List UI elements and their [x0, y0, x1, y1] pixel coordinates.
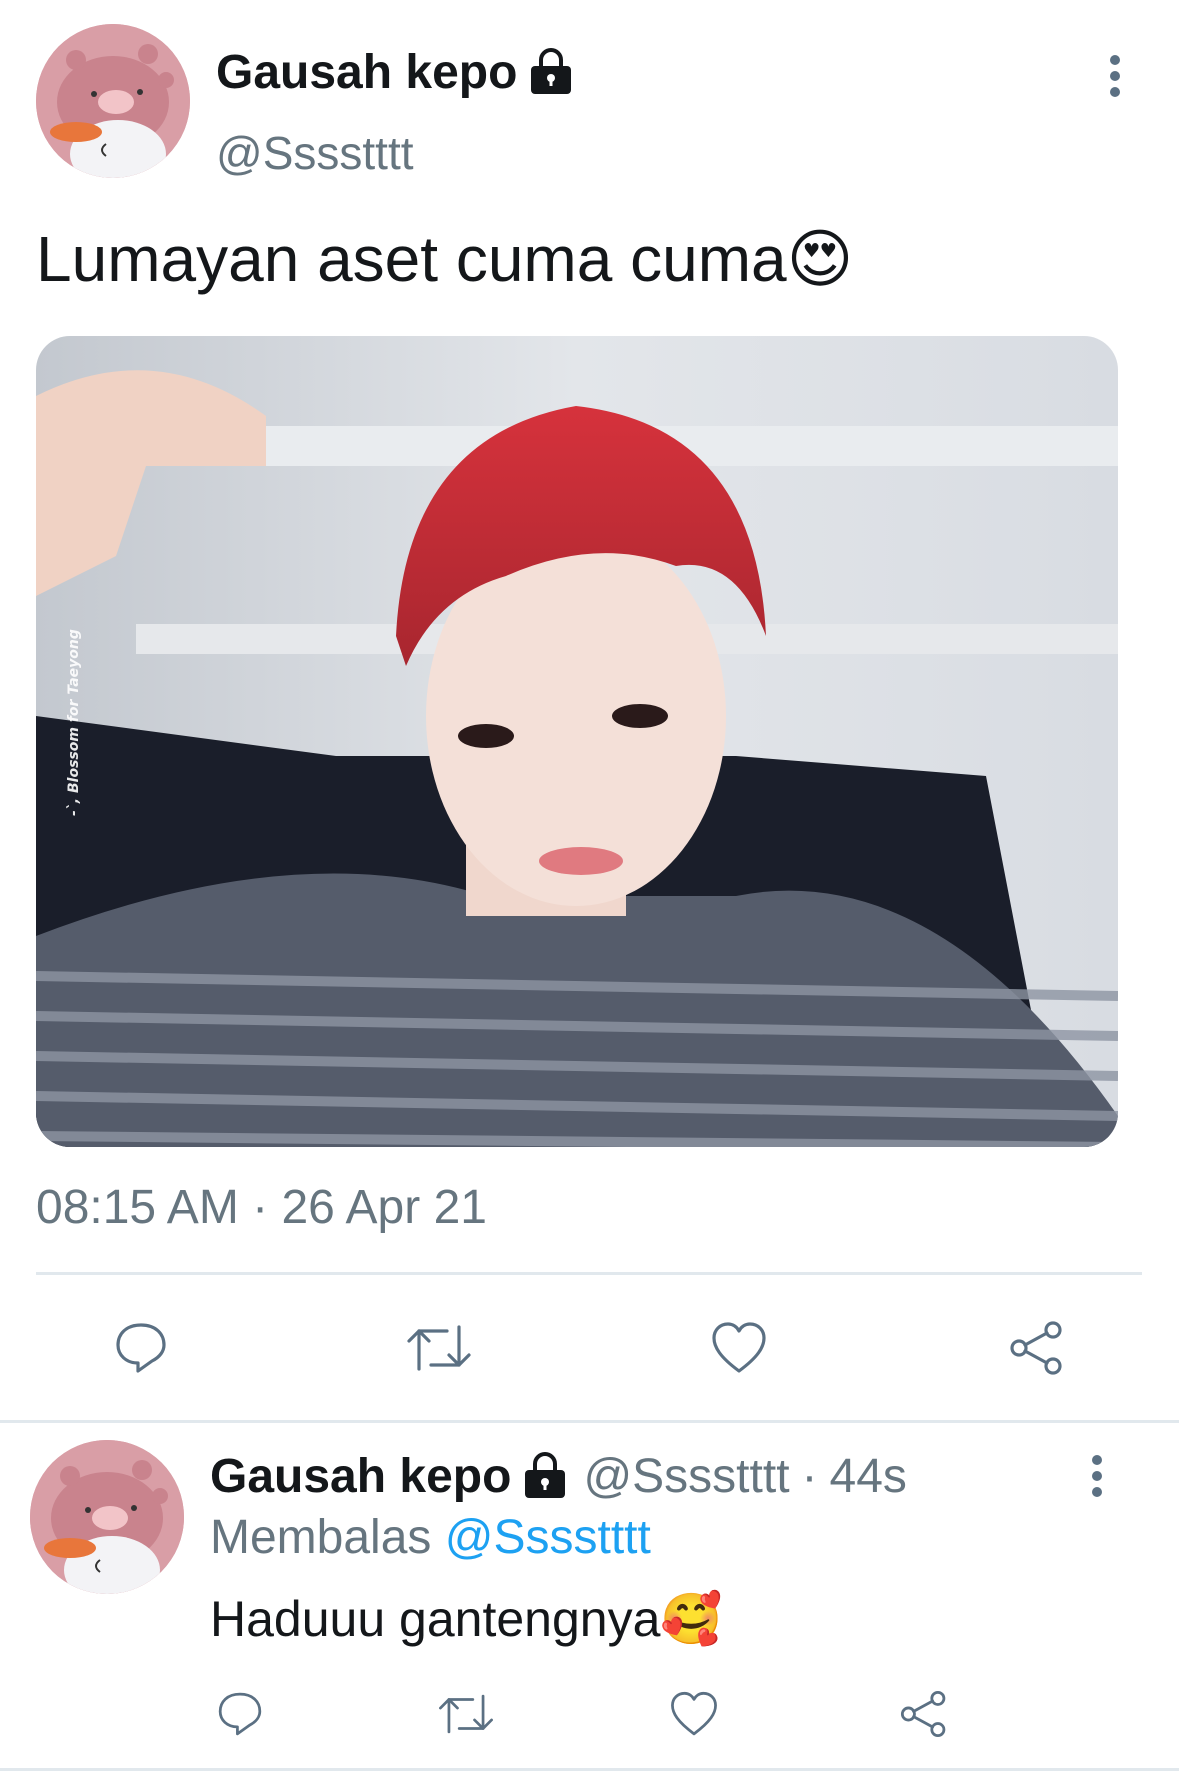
- heart-eyes-emoji: 😍: [786, 223, 854, 297]
- photo-watermark: -`, Blossom for Taeyong: [66, 629, 82, 816]
- tweet-text: Lumayan aset cuma cuma😍: [36, 223, 854, 297]
- reply-share-button[interactable]: [894, 1686, 954, 1742]
- tweet-timestamp[interactable]: 08:15 AM · 26 Apr 21: [36, 1180, 487, 1235]
- reply-author-handle[interactable]: @Sssstttt: [583, 1449, 789, 1504]
- bottom-divider: [0, 1768, 1179, 1771]
- author-avatar[interactable]: [36, 24, 190, 178]
- reply-author-name[interactable]: Gausah kepo: [210, 1449, 511, 1504]
- reply-icon: [218, 1692, 262, 1736]
- heart-icon: [671, 1691, 717, 1736]
- retweet-button[interactable]: [402, 1316, 476, 1380]
- reply-text: Haduuu gantengnya🥰: [210, 1590, 723, 1648]
- replying-to-link[interactable]: @Sssstttt: [445, 1511, 651, 1564]
- reply-like-button[interactable]: [664, 1686, 724, 1742]
- reply-reply-button[interactable]: [210, 1686, 270, 1742]
- replying-label: Membalas: [210, 1511, 432, 1564]
- more-options-button[interactable]: [1098, 52, 1132, 102]
- more-vertical-icon: [1110, 55, 1120, 97]
- reply-header: Gausah kepo @Sssstttt · 44s: [210, 1448, 907, 1504]
- retweet-icon: [439, 1694, 493, 1734]
- reply-retweet-button[interactable]: [436, 1686, 496, 1742]
- reply-separator: ·: [801, 1449, 818, 1503]
- timestamp-divider: [36, 1272, 1142, 1275]
- heart-icon: [712, 1322, 766, 1373]
- reply-age[interactable]: 44s: [830, 1449, 907, 1504]
- reply-icon: [116, 1323, 166, 1373]
- reply-button[interactable]: [104, 1316, 178, 1380]
- share-button[interactable]: [1000, 1316, 1074, 1380]
- reply-more-options-button[interactable]: [1080, 1452, 1114, 1502]
- share-icon: [900, 1690, 946, 1738]
- tweet-photo[interactable]: -`, Blossom for Taeyong: [36, 336, 1118, 1147]
- avatar-illustration: [36, 24, 190, 178]
- more-vertical-icon: [1092, 1455, 1102, 1497]
- smiling-hearts-emoji: 🥰: [660, 1590, 723, 1648]
- replying-to-line: Membalas @Sssstttt: [210, 1510, 651, 1565]
- share-icon: [1010, 1321, 1062, 1375]
- photo-image: [36, 336, 1118, 1147]
- avatar-illustration: [30, 1440, 184, 1594]
- like-button[interactable]: [702, 1316, 776, 1380]
- author-handle[interactable]: @Sssstttt: [216, 126, 414, 180]
- author-name[interactable]: Gausah kepo: [216, 44, 577, 100]
- retweet-icon: [407, 1325, 471, 1371]
- lock-icon: [525, 1452, 566, 1498]
- lock-icon: [531, 48, 572, 94]
- reply-author-avatar[interactable]: [30, 1440, 184, 1594]
- section-divider: [0, 1420, 1179, 1423]
